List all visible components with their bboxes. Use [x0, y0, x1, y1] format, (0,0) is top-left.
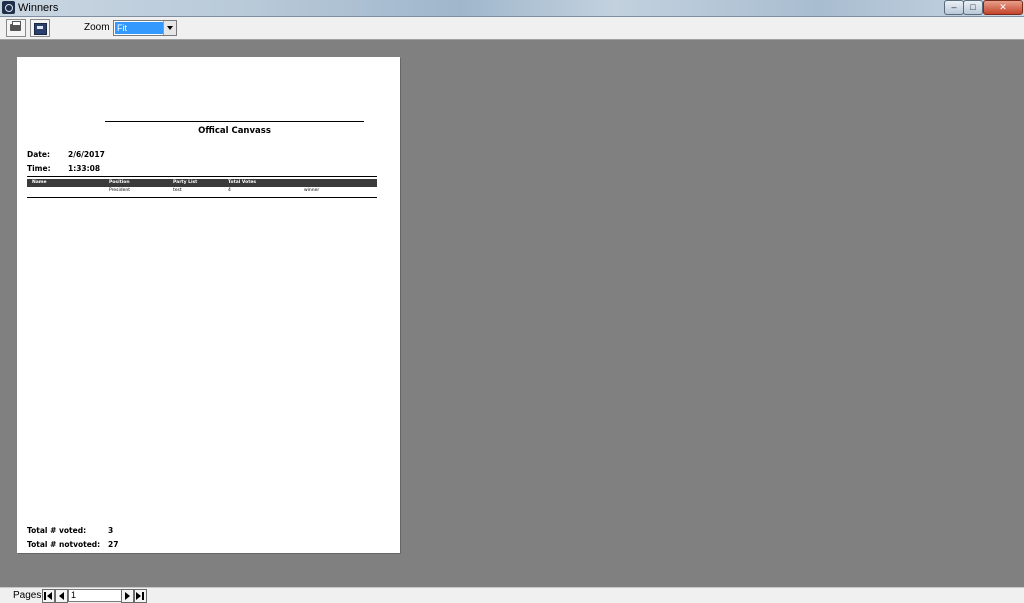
column-header-total-votes: Total Votes — [228, 180, 257, 185]
zoom-value: Fit — [115, 22, 163, 34]
print-button[interactable] — [6, 19, 26, 37]
previous-page-button[interactable] — [55, 589, 68, 603]
pages-label: Pages: — [13, 590, 45, 601]
app-icon — [2, 1, 15, 14]
first-page-icon — [44, 592, 46, 600]
time-value: 1:33:08 — [68, 164, 101, 173]
maximize-button[interactable]: □ — [963, 0, 983, 15]
title-divider — [105, 121, 364, 122]
chevron-down-icon[interactable] — [163, 21, 176, 35]
zoom-label: Zoom — [84, 22, 110, 33]
voted-label: Total # voted: — [27, 526, 87, 535]
cell-status: winner — [304, 188, 320, 193]
cell-party-list: test — [173, 188, 182, 193]
printer-icon — [10, 21, 21, 31]
page-number-input[interactable]: 1 — [68, 589, 123, 602]
toolbar: Zoom Fit — [0, 17, 1024, 40]
voted-value: 3 — [108, 526, 114, 535]
column-header-party-list: Party List — [173, 180, 198, 185]
column-header-position: Position — [109, 180, 130, 185]
cell-total-votes: 4 — [228, 188, 231, 193]
previous-page-icon — [59, 592, 64, 600]
table-header: Name Position Party List Total Votes — [27, 179, 377, 187]
date-value: 2/6/2017 — [68, 150, 105, 159]
notvoted-value: 27 — [108, 540, 119, 549]
first-page-button[interactable] — [42, 589, 55, 603]
notvoted-label: Total # notvoted: — [27, 540, 101, 549]
last-page-button[interactable] — [134, 589, 147, 603]
minimize-button[interactable]: – — [944, 0, 964, 15]
cell-position: President — [109, 188, 130, 193]
table-bottom-divider — [27, 197, 377, 198]
last-page-icon — [136, 592, 141, 600]
title-bar: Winners – □ ✕ — [0, 0, 1024, 17]
column-header-name: Name — [32, 180, 47, 185]
report-title: Offical Canvass — [198, 126, 271, 136]
table-top-divider — [27, 176, 377, 177]
export-icon — [34, 23, 47, 35]
date-label: Date: — [27, 150, 50, 159]
time-label: Time: — [27, 164, 51, 173]
next-page-button[interactable] — [121, 589, 134, 603]
report-page: Offical Canvass Date: 2/6/2017 Time: 1:3… — [17, 57, 400, 553]
window-title: Winners — [18, 2, 59, 14]
zoom-select[interactable]: Fit — [113, 20, 177, 36]
export-button[interactable] — [30, 19, 50, 37]
next-page-icon — [125, 592, 130, 600]
close-button[interactable]: ✕ — [983, 0, 1023, 15]
pager-bar: Pages: 1 — [0, 587, 1024, 603]
